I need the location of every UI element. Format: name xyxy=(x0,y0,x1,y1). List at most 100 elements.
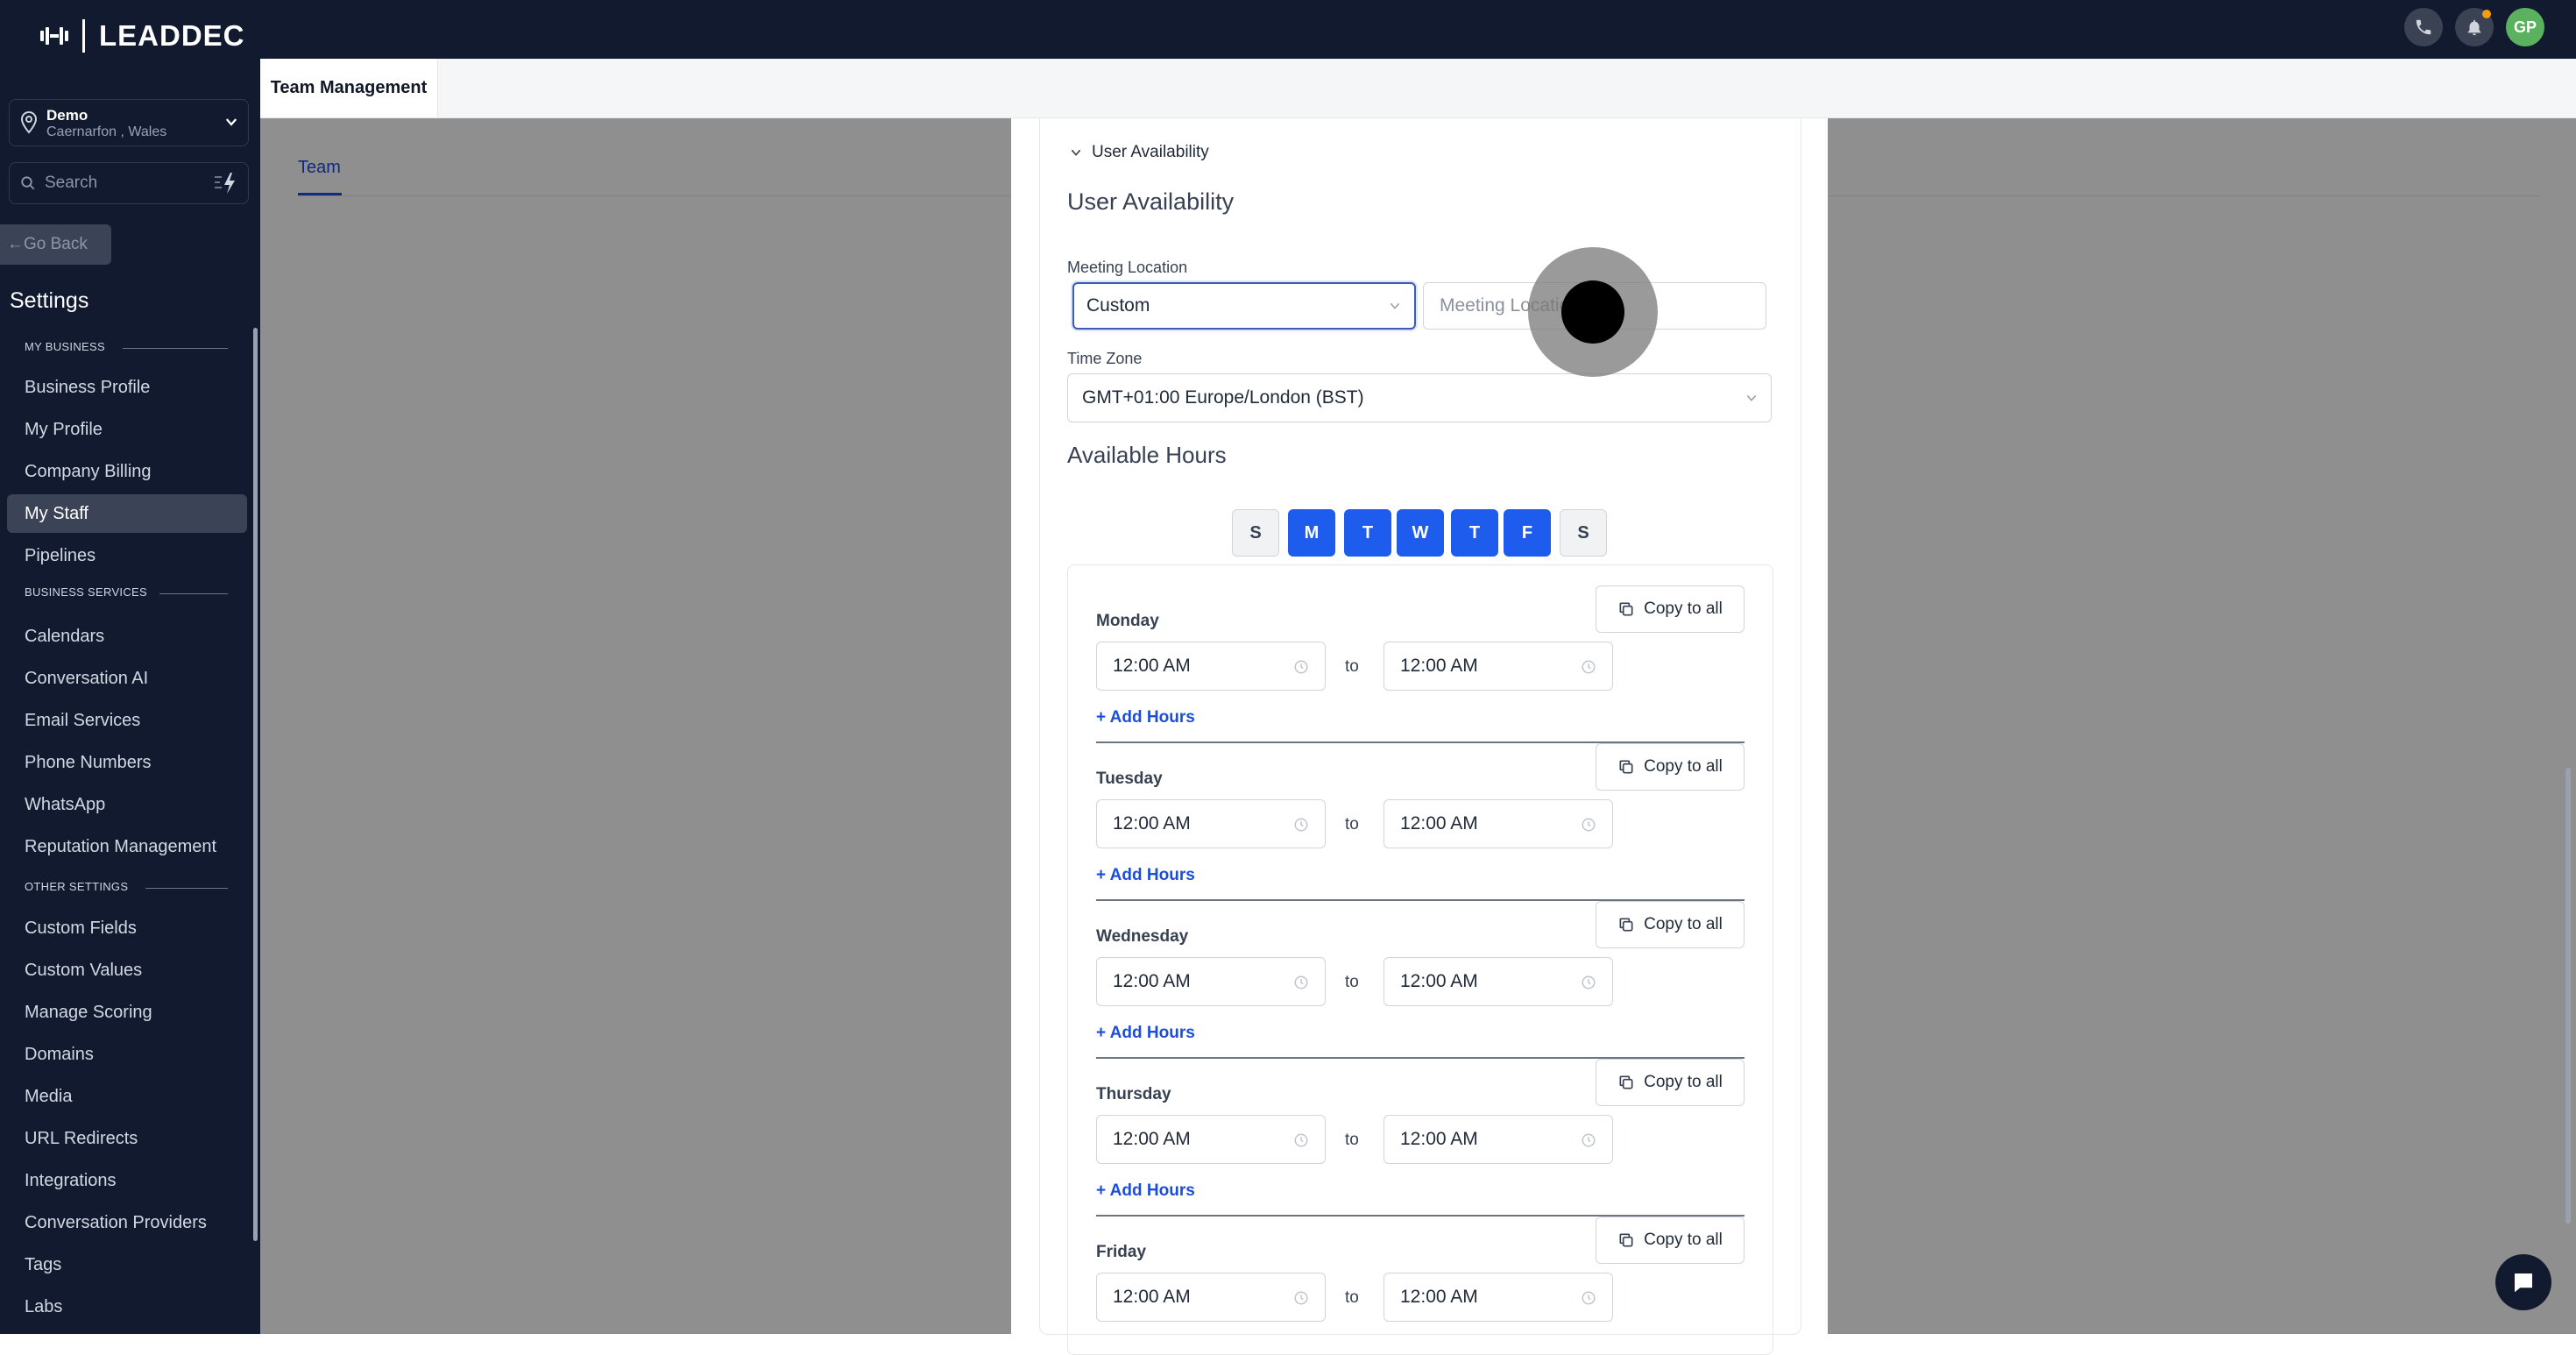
sidebar-item-my-profile[interactable]: My Profile xyxy=(7,410,247,449)
section-divider xyxy=(159,593,228,594)
to-label: to xyxy=(1345,815,1359,834)
sidebar-item-custom-fields[interactable]: Custom Fields xyxy=(7,909,247,947)
sidebar: Demo Caernarfon , Wales Search ← Go Back… xyxy=(0,59,260,1334)
accordion-header[interactable]: User Availability xyxy=(1069,143,1209,162)
sidebar-item-labs[interactable]: Labs xyxy=(7,1288,247,1326)
main-scrollbar[interactable] xyxy=(2565,768,2571,1224)
sidebar-item-url-redirects[interactable]: URL Redirects xyxy=(7,1119,247,1158)
sidebar-scrollbar[interactable] xyxy=(253,328,258,1241)
copy-icon xyxy=(1619,918,1633,932)
start-time-input[interactable]: 12:00 AM xyxy=(1096,1273,1326,1322)
sidebar-item-reputation-management[interactable]: Reputation Management xyxy=(7,827,247,866)
day-name: Tuesday xyxy=(1096,770,1163,788)
day-toggle-wednesday[interactable]: W xyxy=(1397,509,1444,557)
chevron-down-icon xyxy=(1071,149,1081,156)
end-time-input[interactable]: 12:00 AM xyxy=(1384,642,1613,691)
start-time-input[interactable]: 12:00 AM xyxy=(1096,799,1326,848)
to-label: to xyxy=(1345,1288,1359,1307)
clock-icon xyxy=(1294,1133,1308,1147)
go-back-label: Go Back xyxy=(24,235,88,253)
clock-icon xyxy=(1294,818,1308,832)
day-toggle-saturday[interactable]: S xyxy=(1560,509,1607,557)
sidebar-item-conversation-ai[interactable]: Conversation AI xyxy=(7,659,247,698)
day-toggle-monday[interactable]: M xyxy=(1288,509,1335,557)
day-toggle-thursday[interactable]: T xyxy=(1451,509,1498,557)
chat-widget-button[interactable] xyxy=(2495,1254,2551,1310)
click-indicator-dot xyxy=(1561,280,1624,344)
add-hours-link[interactable]: + Add Hours xyxy=(1096,866,1195,885)
add-hours-link[interactable]: + Add Hours xyxy=(1096,708,1195,727)
bell-icon xyxy=(2467,19,2481,36)
location-name: Demo xyxy=(46,107,88,124)
sidebar-item-conversation-providers[interactable]: Conversation Providers xyxy=(7,1203,247,1242)
hours-container: Monday Copy to all 12:00 AM to 12:00 AM … xyxy=(1067,564,1773,1355)
start-time-input[interactable]: 12:00 AM xyxy=(1096,1115,1326,1164)
copy-icon xyxy=(1619,602,1633,616)
sidebar-item-phone-numbers[interactable]: Phone Numbers xyxy=(7,743,247,782)
quick-actions-icon[interactable] xyxy=(213,172,239,195)
day-toggle-sunday[interactable]: S xyxy=(1232,509,1279,557)
go-back-button[interactable]: ← Go Back xyxy=(0,224,111,265)
sidebar-item-media[interactable]: Media xyxy=(7,1077,247,1116)
end-time-input[interactable]: 12:00 AM xyxy=(1384,957,1613,1006)
notifications-button[interactable] xyxy=(2455,8,2494,46)
copy-to-all-button[interactable]: Copy to all xyxy=(1596,1217,1744,1264)
location-subtitle: Caernarfon , Wales xyxy=(46,124,167,139)
copy-icon xyxy=(1619,1233,1633,1247)
meeting-location-type-select[interactable]: Custom xyxy=(1072,282,1416,330)
user-avatar[interactable]: GP xyxy=(2506,8,2544,46)
clock-icon xyxy=(1294,660,1308,674)
copy-to-all-label: Copy to all xyxy=(1644,599,1723,618)
clock-icon xyxy=(1582,660,1596,674)
copy-to-all-button[interactable]: Copy to all xyxy=(1596,1059,1744,1106)
start-time-input[interactable]: 12:00 AM xyxy=(1096,642,1326,691)
accordion-label: User Availability xyxy=(1092,143,1209,161)
copy-to-all-button[interactable]: Copy to all xyxy=(1596,585,1744,633)
end-time-value: 12:00 AM xyxy=(1400,1287,1478,1307)
sidebar-item-whatsapp[interactable]: WhatsApp xyxy=(7,785,247,824)
sidebar-item-business-profile[interactable]: Business Profile xyxy=(7,368,247,407)
meeting-location-type-value: Custom xyxy=(1086,295,1150,316)
logo-text: LEADDEC xyxy=(99,19,245,52)
location-switcher[interactable]: Demo Caernarfon , Wales xyxy=(9,99,249,146)
copy-to-all-label: Copy to all xyxy=(1644,757,1723,776)
clock-icon xyxy=(1582,1291,1596,1305)
add-hours-link[interactable]: + Add Hours xyxy=(1096,1024,1195,1043)
day-toggle-tuesday[interactable]: T xyxy=(1344,509,1391,557)
sidebar-item-domains[interactable]: Domains xyxy=(7,1035,247,1074)
arrow-left-icon: ← xyxy=(7,235,24,253)
sidebar-item-calendars[interactable]: Calendars xyxy=(7,617,247,656)
day-name: Friday xyxy=(1096,1243,1147,1261)
search-icon xyxy=(21,176,35,190)
start-time-value: 12:00 AM xyxy=(1113,1129,1191,1149)
app-logo[interactable]: LEADDEC xyxy=(39,19,245,53)
tab-team-management[interactable]: Team Management xyxy=(260,59,438,117)
to-label: to xyxy=(1345,973,1359,991)
day-name: Thursday xyxy=(1096,1085,1171,1103)
notification-dot xyxy=(2482,10,2491,18)
sidebar-item-pipelines[interactable]: Pipelines xyxy=(7,536,247,575)
end-time-value: 12:00 AM xyxy=(1400,1129,1478,1149)
end-time-input[interactable]: 12:00 AM xyxy=(1384,799,1613,848)
section-title: User Availability xyxy=(1067,188,1235,215)
phone-button[interactable] xyxy=(2404,8,2443,46)
day-toggle-friday[interactable]: F xyxy=(1504,509,1551,557)
start-time-input[interactable]: 12:00 AM xyxy=(1096,957,1326,1006)
copy-to-all-button[interactable]: Copy to all xyxy=(1596,743,1744,791)
sidebar-item-tags[interactable]: Tags xyxy=(7,1245,247,1284)
sidebar-item-manage-scoring[interactable]: Manage Scoring xyxy=(7,993,247,1032)
copy-icon xyxy=(1619,1075,1633,1089)
sidebar-item-my-staff[interactable]: My Staff xyxy=(7,494,247,533)
sidebar-search[interactable]: Search xyxy=(9,162,249,204)
time-zone-select[interactable]: GMT+01:00 Europe/London (BST) xyxy=(1067,373,1772,422)
start-time-value: 12:00 AM xyxy=(1113,813,1191,834)
sidebar-item-custom-values[interactable]: Custom Values xyxy=(7,951,247,990)
sidebar-item-integrations[interactable]: Integrations xyxy=(7,1161,247,1200)
add-hours-link[interactable]: + Add Hours xyxy=(1096,1181,1195,1201)
sidebar-item-company-billing[interactable]: Company Billing xyxy=(7,452,247,491)
sidebar-item-email-services[interactable]: Email Services xyxy=(7,701,247,740)
end-time-input[interactable]: 12:00 AM xyxy=(1384,1115,1613,1164)
chevron-down-icon xyxy=(1390,302,1400,309)
end-time-input[interactable]: 12:00 AM xyxy=(1384,1273,1613,1322)
copy-to-all-button[interactable]: Copy to all xyxy=(1596,901,1744,948)
